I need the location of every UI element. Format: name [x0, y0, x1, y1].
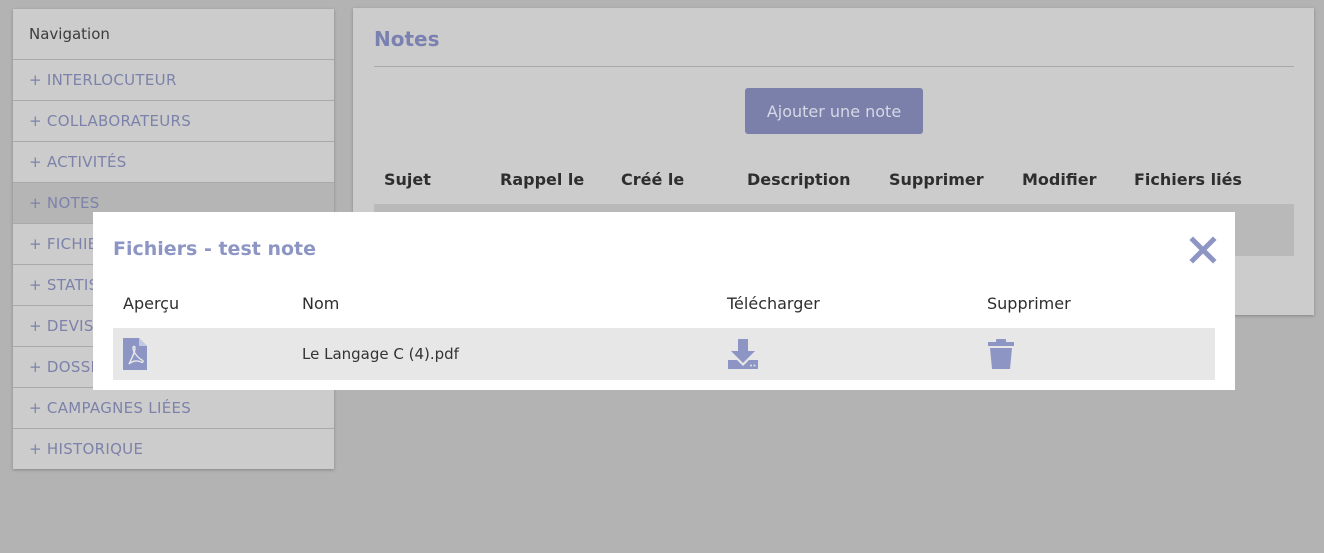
title-divider [374, 66, 1294, 67]
sidebar-header: Navigation [13, 9, 334, 60]
column-header-cree[interactable]: Créé le [621, 170, 684, 189]
column-header-modifier[interactable]: Modifier [1022, 170, 1096, 189]
files-modal: Fichiers - test note Aperçu Nom Téléchar… [93, 212, 1235, 390]
sidebar-item-collaborateurs[interactable]: + COLLABORATEURS [13, 101, 334, 142]
column-header-fichiers-lies[interactable]: Fichiers liés [1134, 170, 1242, 189]
file-row: Le Langage C (4).pdf [113, 328, 1215, 380]
column-header-description[interactable]: Description [747, 170, 850, 189]
column-header-supprimer[interactable]: Supprimer [889, 170, 984, 189]
column-header-rappel[interactable]: Rappel le [500, 170, 584, 189]
column-header-apercu: Aperçu [123, 294, 180, 313]
file-name: Le Langage C (4).pdf [302, 345, 459, 363]
column-header-supprimer-fichier: Supprimer [987, 294, 1071, 313]
download-icon[interactable] [727, 338, 759, 370]
sidebar-item-interlocuteur[interactable]: + INTERLOCUTEUR [13, 60, 334, 101]
sidebar-item-historique[interactable]: + HISTORIQUE [13, 429, 334, 469]
sidebar-item-campagnes-liees[interactable]: + CAMPAGNES LIÉES [13, 388, 334, 429]
notes-table-header: Sujet Rappel le Créé le Description Supp… [374, 166, 1294, 206]
pdf-file-icon[interactable] [123, 338, 147, 370]
trash-icon[interactable] [987, 338, 1015, 370]
modal-title: Fichiers - test note [113, 238, 316, 260]
sidebar-item-activites[interactable]: + ACTIVITÉS [13, 142, 334, 183]
column-header-nom: Nom [302, 294, 340, 313]
page-title: Notes [374, 27, 440, 51]
close-icon[interactable] [1189, 236, 1217, 264]
column-header-telecharger: Télécharger [727, 294, 820, 313]
column-header-sujet[interactable]: Sujet [384, 170, 431, 189]
add-note-button[interactable]: Ajouter une note [745, 88, 923, 134]
